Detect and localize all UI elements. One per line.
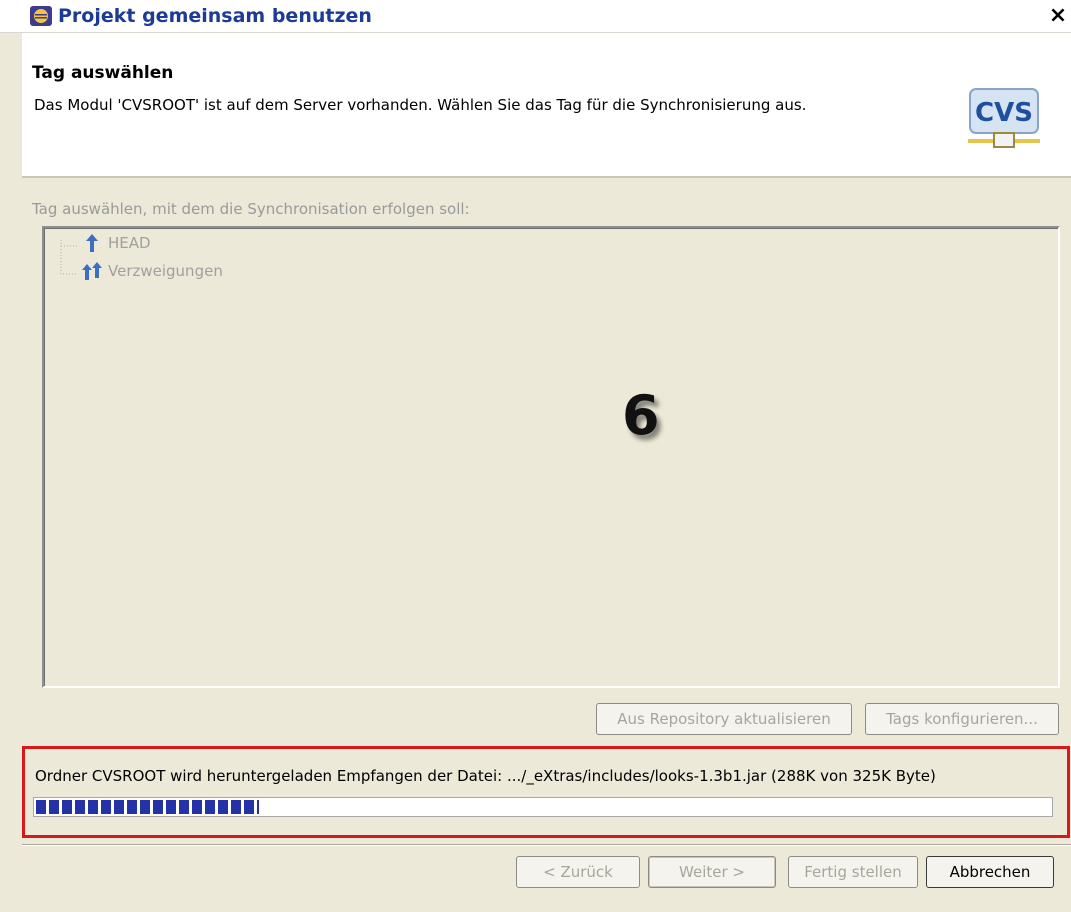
footer-separator	[22, 844, 1071, 846]
finish-button-label: Fertig stellen	[804, 863, 902, 881]
tag-group-label: Tag auswählen, mit dem die Synchronisati…	[32, 200, 470, 218]
progress-status-panel: Ordner CVSROOT wird heruntergeladen Empf…	[22, 746, 1070, 838]
close-button[interactable]: ×	[1046, 4, 1070, 28]
tree-item-label: Verzweigungen	[108, 262, 223, 280]
eclipse-icon	[30, 6, 52, 26]
window-title: Projekt gemeinsam benutzen	[58, 5, 372, 27]
next-button-label: Weiter >	[679, 863, 745, 881]
progress-bar	[33, 797, 1053, 817]
configure-tags-button[interactable]: Tags konfigurieren...	[865, 703, 1059, 735]
cancel-button[interactable]: Abbrechen	[926, 856, 1054, 888]
refresh-from-repository-button[interactable]: Aus Repository aktualisieren	[596, 703, 852, 735]
refresh-button-label: Aus Repository aktualisieren	[617, 710, 831, 728]
tree-item-label: HEAD	[108, 234, 151, 252]
progress-fill	[36, 800, 259, 814]
step-number-overlay: 6	[622, 384, 660, 447]
branches-icon	[82, 262, 102, 280]
configure-button-label: Tags konfigurieren...	[886, 710, 1038, 728]
head-tag-icon	[86, 234, 98, 252]
page-title: Tag auswählen	[32, 63, 174, 83]
tree-connector-lines	[60, 240, 78, 275]
tree-item-head[interactable]: HEAD	[80, 232, 151, 254]
status-text: Ordner CVSROOT wird heruntergeladen Empf…	[35, 767, 936, 785]
back-button[interactable]: < Zurück	[516, 856, 640, 888]
page-description: Das Modul 'CVSROOT' ist auf dem Server v…	[34, 96, 807, 114]
back-button-label: < Zurück	[543, 863, 613, 881]
wizard-header: Tag auswählen Das Modul 'CVSROOT' ist au…	[22, 33, 1071, 178]
title-bar: Projekt gemeinsam benutzen ×	[0, 0, 1071, 33]
cancel-button-label: Abbrechen	[949, 863, 1031, 881]
tag-tree[interactable]: HEAD Verzweigungen 6	[42, 226, 1060, 688]
cvs-logo-icon: CVS	[968, 88, 1040, 148]
tree-item-branches[interactable]: Verzweigungen	[80, 260, 223, 282]
next-button[interactable]: Weiter >	[648, 856, 776, 888]
cvs-logo-text: CVS	[975, 98, 1033, 128]
finish-button[interactable]: Fertig stellen	[788, 856, 918, 888]
